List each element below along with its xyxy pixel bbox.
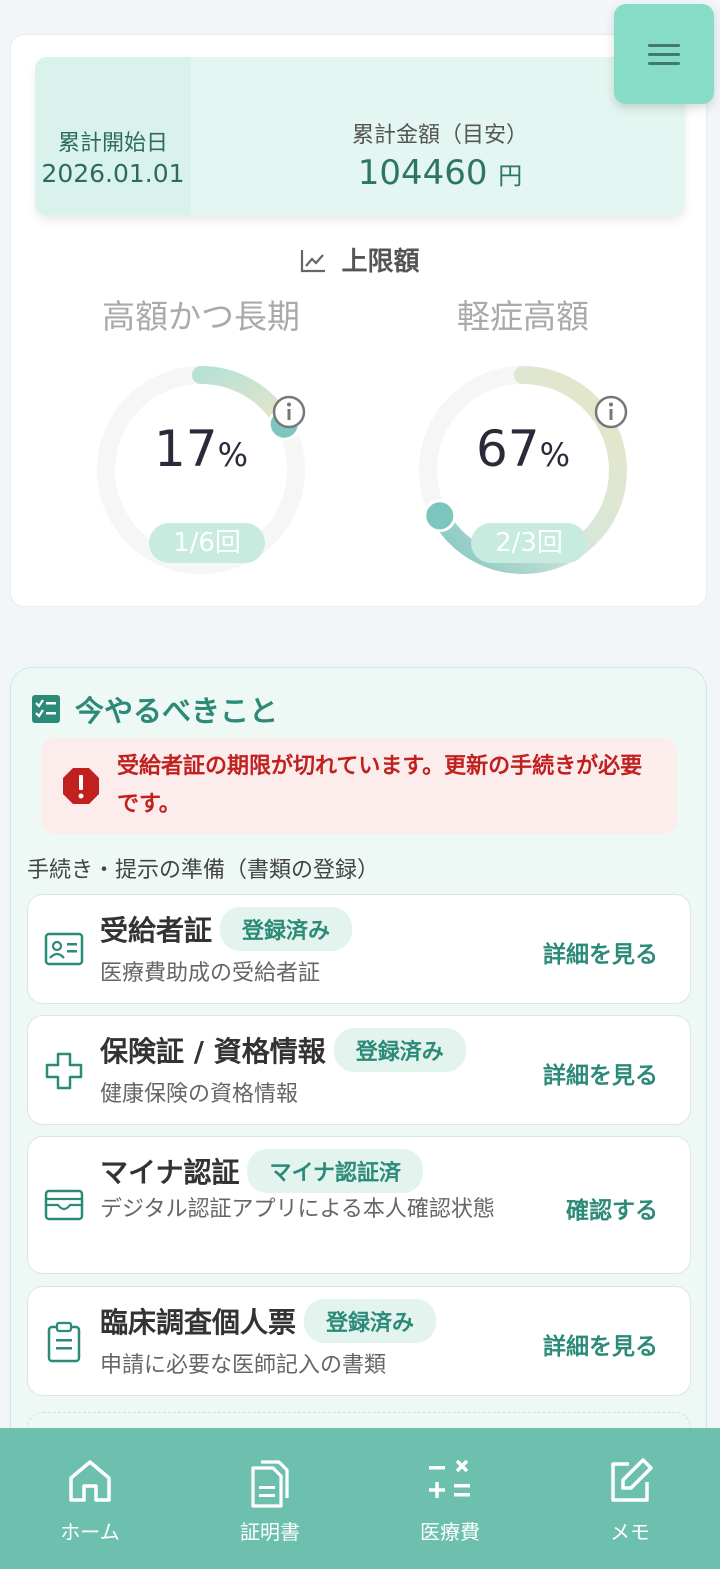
wallet-icon — [44, 1189, 84, 1221]
menu-button[interactable] — [614, 4, 714, 104]
view-details-link[interactable]: 詳細を見る — [543, 1056, 658, 1090]
nav-label: ホーム — [60, 1520, 120, 1544]
gauge-percent: 67% — [373, 420, 673, 478]
medical-cross-icon — [45, 1052, 83, 1090]
start-date-box: 累計開始日 2026.01.01 — [35, 57, 191, 215]
start-date-label: 累計開始日 — [57, 131, 168, 156]
alert-octagon-icon — [63, 768, 99, 804]
clipboard-icon — [47, 1321, 81, 1363]
doc-title-row: マイナ認証 マイナ認証済 — [100, 1149, 424, 1193]
doc-card-recipient-certificate[interactable]: 受給者証 登録済み 医療費助成の受給者証 詳細を見る — [27, 894, 691, 1004]
gauge-name: 高額かつ長期 — [102, 297, 300, 336]
doc-title: 臨床調査個人票 — [100, 1306, 297, 1339]
gauge-percent-value: 67 — [475, 420, 540, 478]
limit-title-text: 上限額 — [341, 247, 420, 277]
gauge-percent: 17% — [51, 420, 351, 478]
gauge-knob — [423, 499, 457, 533]
doc-description: 申請に必要な医師記入の書類 — [100, 1353, 387, 1378]
todo-title: 今やるべきこと — [75, 694, 279, 728]
doc-title: マイナ認証 — [100, 1156, 240, 1189]
nav-label: メモ — [610, 1520, 650, 1544]
view-details-link[interactable]: 詳細を見る — [543, 935, 658, 969]
checklist-icon — [32, 695, 60, 723]
doc-title: 保険証 / 資格情報 — [100, 1035, 326, 1068]
start-date-value: 2026.01.01 — [41, 159, 185, 188]
todo-header: 今やるべきこと — [31, 688, 278, 730]
id-card-icon — [44, 932, 84, 966]
total-amount-unit: 円 — [498, 162, 523, 190]
doc-description: 医療費助成の受給者証 — [100, 961, 321, 986]
nav-home[interactable]: ホーム — [0, 1428, 180, 1569]
bottom-nav: ホーム 証明書 医療費 メモ — [0, 1428, 720, 1569]
expiry-alert: 受給者証の期限が切れています。更新の手続きが必要です。 — [41, 738, 677, 834]
status-badge: 登録済み — [304, 1299, 437, 1343]
total-amount-label: 累計金額（目安） — [351, 123, 528, 148]
gauge-long-term: 高額かつ長期 17% 1/6回 — [51, 290, 351, 574]
nav-label: 証明書 — [240, 1520, 300, 1544]
percent-sign: % — [217, 436, 249, 474]
gauge-count-badge: 2/3回 — [471, 523, 587, 563]
gauge-percent-value: 17 — [153, 420, 218, 478]
limit-section-title: 上限額 — [11, 241, 708, 278]
doc-card-clinical-survey[interactable]: 臨床調査個人票 登録済み 申請に必要な医師記入の書類 詳細を見る — [27, 1286, 691, 1396]
doc-title-row: 保険証 / 資格情報 登録済み — [100, 1028, 466, 1072]
percent-sign: % — [539, 436, 571, 474]
hamburger-icon — [648, 41, 680, 68]
todo-card: 今やるべきこと 受給者証の期限が切れています。更新の手続きが必要です。 手続き・… — [10, 667, 707, 1472]
doc-title: 受給者証 — [100, 914, 213, 947]
cumulative-summary: 累計開始日 2026.01.01 累計金額（目安） 104460 円 — [35, 57, 685, 215]
gauge-mild-high-cost: 軽症高額 67% 2/3回 — [373, 290, 673, 574]
gauge-name: 軽症高額 — [457, 297, 589, 336]
edit-icon — [611, 1458, 653, 1502]
doc-card-myna-auth[interactable]: マイナ認証 マイナ認証済 デジタル認証アプリによる本人確認状態 確認する — [27, 1136, 691, 1274]
alert-message: 受給者証の期限が切れています。更新の手続きが必要です。 — [117, 754, 643, 817]
status-badge: 登録済み — [333, 1028, 466, 1072]
status-badge: マイナ認証済 — [247, 1149, 424, 1193]
nav-label: 医療費 — [420, 1520, 480, 1544]
nav-certificates[interactable]: 証明書 — [180, 1428, 360, 1569]
doc-card-insurance[interactable]: 保険証 / 資格情報 登録済み 健康保険の資格情報 詳細を見る — [27, 1015, 691, 1125]
limit-summary-card: 累計開始日 2026.01.01 累計金額（目安） 104460 円 上限額 高… — [10, 34, 707, 607]
doc-description: デジタル認証アプリによる本人確認状態 — [100, 1197, 495, 1222]
nav-medical-costs[interactable]: 医療費 — [360, 1428, 540, 1569]
doc-description: 健康保険の資格情報 — [100, 1082, 299, 1107]
doc-title-row: 臨床調査個人票 登録済み — [100, 1299, 437, 1343]
home-icon — [69, 1460, 111, 1502]
gauge-count-badge: 1/6回 — [149, 523, 265, 563]
section-label: 手続き・提示の準備（書類の登録） — [27, 858, 380, 883]
nav-memo[interactable]: メモ — [540, 1428, 720, 1569]
documents-icon — [251, 1460, 289, 1508]
total-amount-value: 104460 円 — [275, 153, 605, 193]
view-details-link[interactable]: 詳細を見る — [543, 1327, 658, 1361]
total-amount-number: 104460 — [357, 153, 488, 193]
trend-chart-icon — [301, 250, 326, 273]
status-badge: 登録済み — [220, 907, 353, 951]
doc-title-row: 受給者証 登録済み — [100, 907, 353, 951]
confirm-link[interactable]: 確認する — [566, 1191, 658, 1225]
calculator-icon — [429, 1459, 470, 1498]
